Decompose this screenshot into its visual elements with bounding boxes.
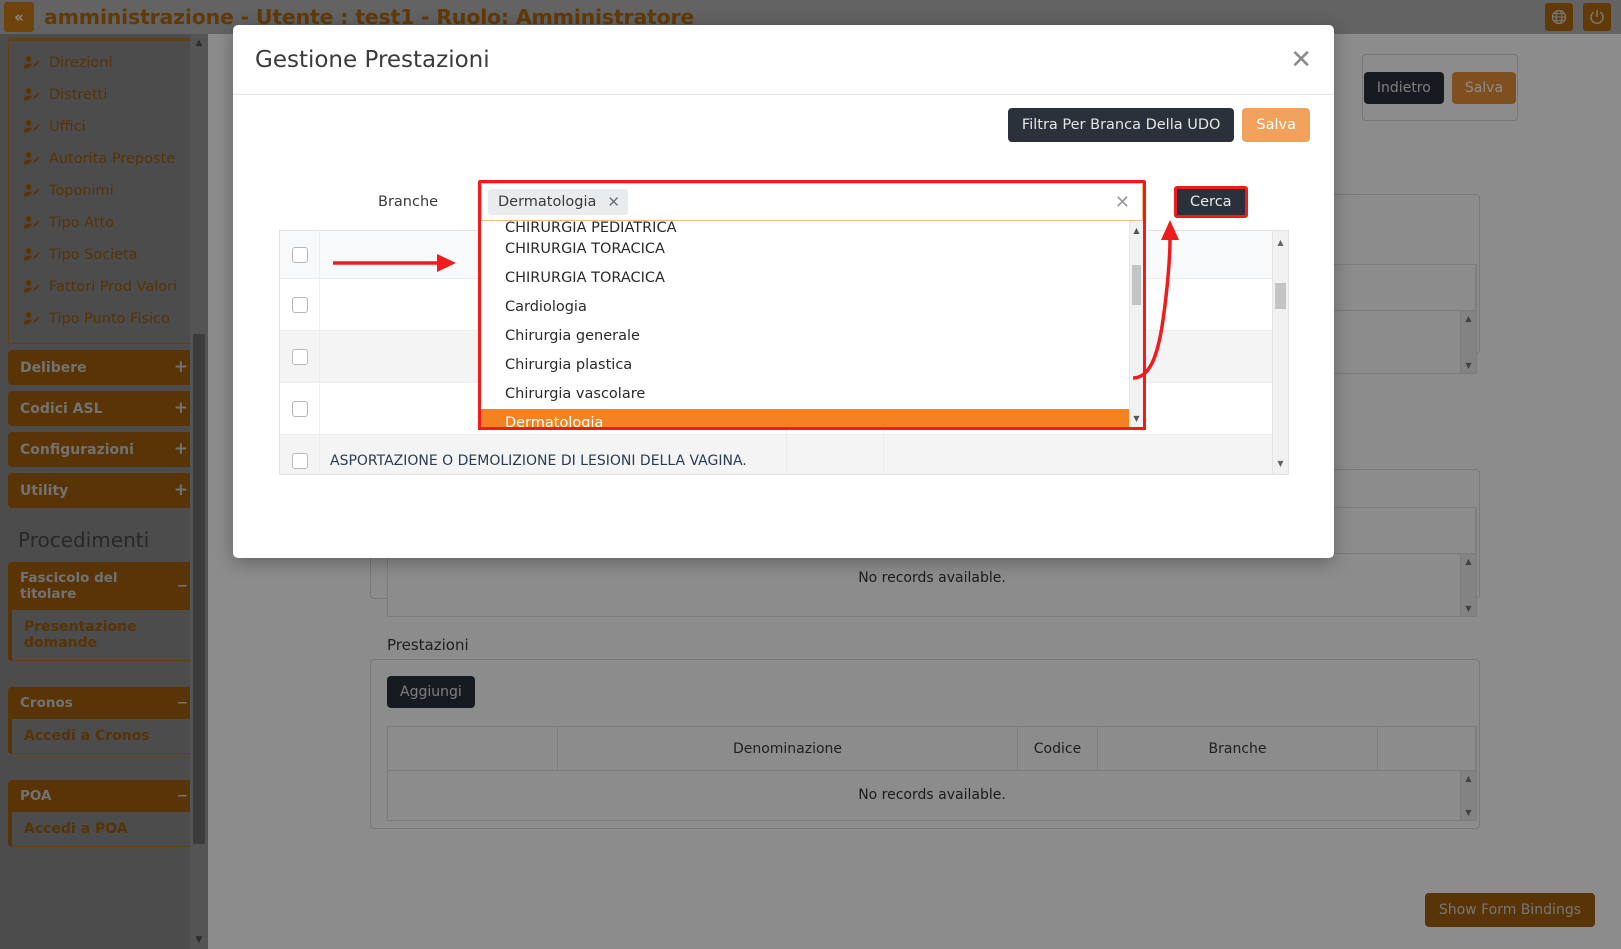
dropdown-scroll-thumb[interactable]	[1132, 265, 1141, 305]
modal-header: Gestione Prestazioni ✕	[233, 25, 1334, 95]
caret-down-icon[interactable]: ▼	[1273, 456, 1288, 470]
branche-search-row: Branche Dermatologia ✕ ✕ CHIRURGIA PEDIA…	[233, 180, 1334, 430]
dropdown-option[interactable]: Chirurgia vascolare	[481, 380, 1143, 409]
branche-cell	[884, 435, 1288, 474]
caret-up-icon[interactable]: ▲	[1130, 223, 1143, 237]
close-icon[interactable]: ✕	[607, 193, 620, 211]
row-checkbox[interactable]	[291, 296, 308, 313]
select-all-checkbox[interactable]	[291, 246, 308, 263]
modal-save-button[interactable]: Salva	[1242, 108, 1310, 142]
row-checkbox-cell	[280, 231, 320, 278]
dropdown-option[interactable]: CHIRURGIA TORACICA	[481, 235, 1143, 264]
close-icon[interactable]: ✕	[1290, 47, 1312, 73]
selected-branca-chip[interactable]: Dermatologia ✕	[488, 189, 628, 215]
chip-label: Dermatologia	[498, 194, 597, 210]
filter-by-branca-udo-button[interactable]: Filtra Per Branca Della UDO	[1007, 108, 1235, 142]
caret-up-icon[interactable]: ▲	[1273, 235, 1288, 249]
branche-dropdown: CHIRURGIA PEDIATRICA CHIRURGIA TORACICA CH…	[478, 221, 1146, 430]
caret-down-icon[interactable]: ▼	[1130, 411, 1143, 425]
row-checkbox[interactable]	[291, 348, 308, 365]
modal-title: Gestione Prestazioni	[255, 46, 490, 73]
results-table-scrollbar[interactable]: ▲ ▼	[1272, 231, 1288, 474]
branche-label: Branche	[378, 194, 439, 210]
modal-toolbar: Filtra Per Branca Della UDO Salva	[233, 95, 1334, 142]
clear-icon[interactable]: ✕	[1115, 192, 1136, 213]
dropdown-option[interactable]: CHIRURGIA TORACICA	[481, 264, 1143, 293]
dropdown-option[interactable]: Cardiologia	[481, 293, 1143, 322]
branche-select-box[interactable]: Dermatologia ✕ ✕	[481, 183, 1143, 221]
row-checkbox[interactable]	[291, 452, 308, 469]
dropdown-option[interactable]: Chirurgia generale	[481, 322, 1143, 351]
scroll-thumb[interactable]	[1275, 283, 1286, 309]
dropdown-scrollbar[interactable]: ▲ ▼	[1129, 221, 1143, 427]
row-checkbox-cell	[280, 383, 320, 434]
cerca-button[interactable]: Cerca	[1174, 186, 1248, 218]
row-checkbox-cell	[280, 435, 320, 474]
dropdown-option[interactable]: Dermatologia	[481, 409, 1143, 427]
dropdown-option[interactable]: Chirurgia plastica	[481, 351, 1143, 380]
branche-multiselect[interactable]: Dermatologia ✕ ✕ CHIRURGIA PEDIATRICA CHI…	[478, 180, 1146, 430]
codice-cell	[787, 435, 884, 474]
row-checkbox[interactable]	[291, 400, 308, 417]
row-checkbox-cell	[280, 279, 320, 330]
denominazione-cell: ASPORTAZIONE O DEMOLIZIONE DI LESIONI DE…	[320, 435, 787, 474]
row-checkbox-cell	[280, 331, 320, 382]
dropdown-option[interactable]: CHIRURGIA PEDIATRICA	[481, 221, 1143, 235]
gestione-prestazioni-modal: Gestione Prestazioni ✕ Filtra Per Branca…	[233, 25, 1334, 558]
table-row: ASPORTAZIONE O DEMOLIZIONE DI LESIONI DE…	[280, 435, 1288, 474]
dropdown-list: CHIRURGIA PEDIATRICA CHIRURGIA TORACICA CH…	[481, 221, 1143, 427]
